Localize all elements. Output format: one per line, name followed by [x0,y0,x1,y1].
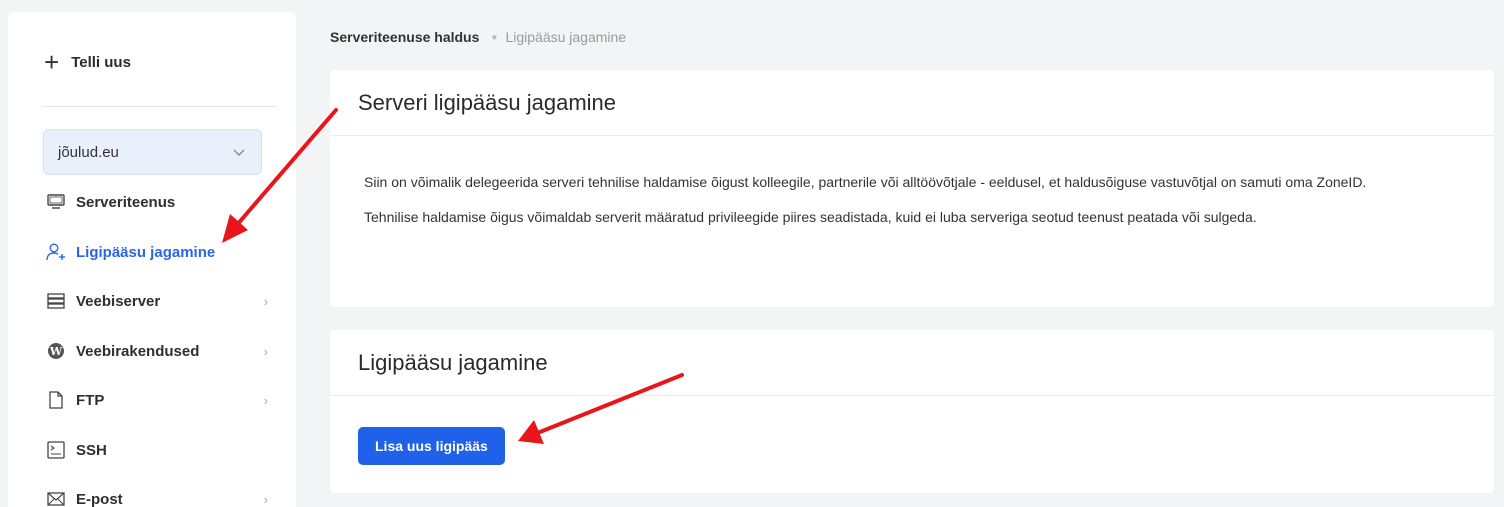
plus-icon: + [44,47,60,77]
terminal-icon [46,440,66,460]
breadcrumb-item-current: Ligipääsu jagamine [505,29,627,45]
breadcrumb-separator-icon: ● [491,31,498,43]
sidebar-item-label: Serveriteenus [76,193,176,211]
access-card-title: Ligipääsu jagamine [330,330,1494,396]
new-order-label: Telli uus [71,53,131,71]
sidebar-item-label: FTP [76,391,105,409]
sidebar-divider [42,106,276,107]
chevron-right-icon: › [263,293,268,309]
user-add-icon [46,242,66,262]
sidebar: + Telli uus jõulud.eu Serveriteenus Ligi… [8,12,296,507]
info-paragraph: Siin on võimalik delegeerida serveri teh… [364,174,1367,190]
wordpress-icon: W [46,341,66,361]
chevron-right-icon: › [263,491,268,507]
domain-select-value: jõulud.eu [58,143,119,161]
sidebar-item-serveriteenus[interactable]: Serveriteenus [46,187,276,217]
sidebar-item-ftp[interactable]: FTP › [46,385,276,415]
sidebar-item-label: SSH [76,441,107,459]
sidebar-item-ligipaasu-jagamine[interactable]: Ligipääsu jagamine [46,237,276,267]
file-icon [46,390,66,410]
sidebar-item-e-post[interactable]: E-post › [46,484,276,507]
breadcrumb-item-server-management[interactable]: Serveriteenuse haldus [330,29,479,45]
sidebar-item-ssh[interactable]: SSH [46,435,276,465]
chevron-right-icon: › [263,343,268,359]
svg-text:W: W [49,345,63,358]
sidebar-item-label: Veebiserver [76,292,161,310]
chevron-down-icon [233,144,245,161]
sidebar-item-label: Veebirakendused [76,342,200,360]
info-card: Serveri ligipääsu jagamine Siin on võima… [330,70,1494,307]
info-card-title: Serveri ligipääsu jagamine [330,70,1494,136]
breadcrumb: Serveriteenuse haldus ● Ligipääsu jagami… [330,29,626,45]
chevron-right-icon: › [263,392,268,408]
add-access-button[interactable]: Lisa uus ligipääs [358,427,505,465]
domain-select[interactable]: jõulud.eu [43,129,262,175]
info-card-body: Siin on võimalik delegeerida serveri teh… [330,171,1494,229]
info-paragraph: Tehnilise haldamise õigus võimaldab serv… [364,209,1257,225]
sidebar-item-label: Ligipääsu jagamine [76,243,216,261]
mail-icon [46,489,66,507]
access-card: Ligipääsu jagamine Lisa uus ligipääs [330,330,1494,493]
new-order-button[interactable]: + Telli uus [44,47,131,77]
server-icon [46,291,66,311]
sidebar-item-veebiserver[interactable]: Veebiserver › [46,286,276,316]
monitor-icon [46,192,66,212]
sidebar-item-label: E-post [76,490,123,507]
sidebar-item-veebirakendused[interactable]: W Veebirakendused › [46,336,276,366]
